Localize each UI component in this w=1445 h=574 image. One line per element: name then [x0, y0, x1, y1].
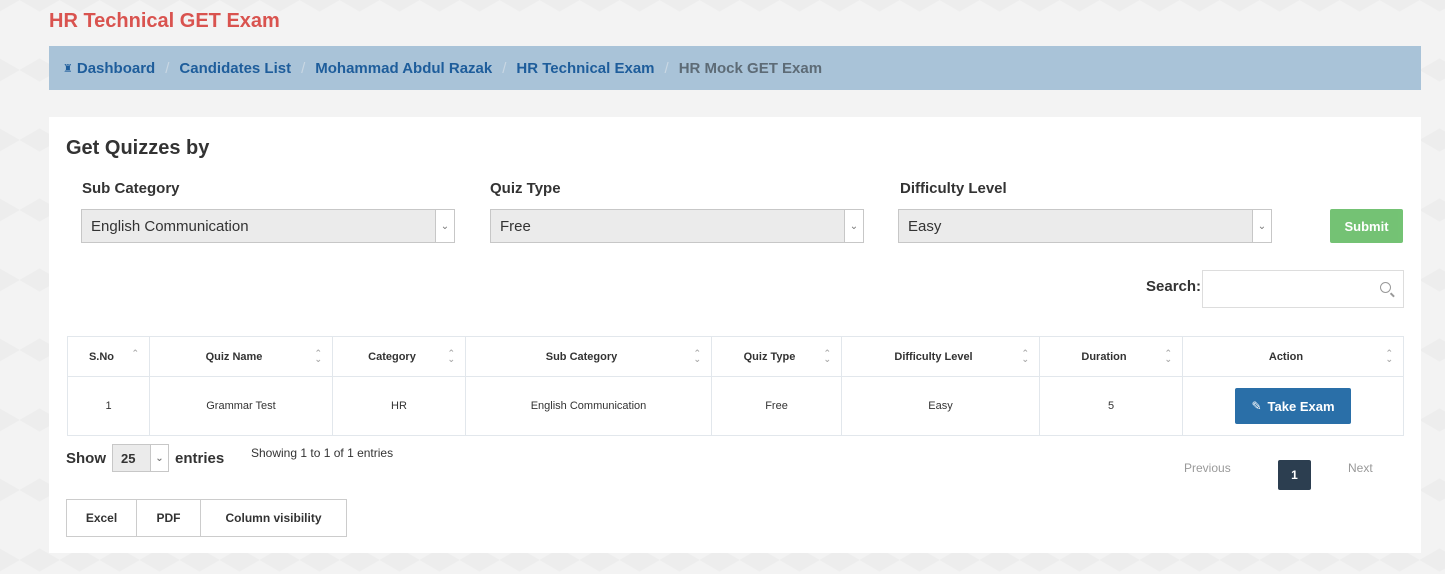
breadcrumb-separator: /: [165, 59, 170, 77]
sub-category-value: English Communication: [91, 217, 249, 235]
take-exam-button[interactable]: ✎ Take Exam: [1235, 388, 1351, 424]
take-exam-label: Take Exam: [1267, 398, 1335, 414]
search-label: Search:: [1146, 278, 1202, 295]
cell-quiz-name: Grammar Test: [149, 376, 333, 436]
table-header-row: S.No ⌃ Quiz Name ⌃ ⌄ Category ⌃ ⌄ Sub Categor…: [67, 336, 1404, 377]
sort-icon: ⌃: [131, 348, 139, 358]
sub-category-label: Sub Category: [82, 180, 180, 197]
previous-button[interactable]: Previous: [1184, 461, 1231, 475]
breadcrumb-separator: /: [301, 59, 306, 77]
quiz-table: S.No ⌃ Quiz Name ⌃ ⌄ Category ⌃ ⌄ Sub Categor…: [67, 336, 1404, 436]
search-icon: [1380, 282, 1391, 293]
pdf-button[interactable]: PDF: [136, 499, 201, 537]
table-row: 1 Grammar Test HR English Communication …: [67, 376, 1404, 436]
chevron-down-icon: ⌄: [435, 210, 454, 242]
column-visibility-button[interactable]: Column visibility: [200, 499, 347, 537]
show-entries: Show 25 ⌄ entries: [66, 444, 224, 472]
quiz-type-value: Free: [500, 217, 531, 235]
difficulty-level-label: Difficulty Level: [900, 180, 1007, 197]
breadcrumb: ♜ Dashboard / Candidates List / Mohammad…: [49, 46, 1421, 90]
cell-difficulty: Easy: [841, 376, 1040, 436]
breadcrumb-separator: /: [502, 59, 507, 77]
excel-button[interactable]: Excel: [66, 499, 137, 537]
submit-button[interactable]: Submit: [1330, 209, 1403, 243]
breadcrumb-candidate[interactable]: Mohammad Abdul Razak: [315, 60, 492, 77]
cell-category: HR: [332, 376, 466, 436]
sort-icon: ⌃ ⌄: [447, 348, 455, 364]
edit-icon: ✎: [1251, 399, 1262, 413]
column-header-sno[interactable]: S.No ⌃: [67, 336, 150, 377]
sort-icon: ⌃ ⌄: [823, 348, 831, 364]
breadcrumb-hr-technical-exam[interactable]: HR Technical Exam: [516, 60, 654, 77]
chevron-down-icon: ⌄: [150, 445, 168, 471]
sort-icon: ⌃ ⌄: [1385, 348, 1393, 364]
panel-heading: Get Quizzes by: [66, 137, 210, 159]
cell-action: ✎ Take Exam: [1182, 376, 1404, 436]
page-button-1[interactable]: 1: [1278, 460, 1311, 490]
chevron-down-icon: ⌄: [1252, 210, 1271, 242]
export-buttons: Excel PDF Column visibility: [66, 499, 347, 537]
sort-icon: ⌃ ⌄: [693, 348, 701, 364]
page-title: HR Technical GET Exam: [49, 10, 280, 32]
breadcrumb-dashboard[interactable]: Dashboard: [77, 60, 155, 77]
breadcrumb-current: HR Mock GET Exam: [678, 59, 823, 77]
column-header-sub-category[interactable]: Sub Category ⌃ ⌄: [465, 336, 712, 377]
breadcrumb-separator: /: [664, 59, 669, 77]
quiz-type-select[interactable]: Free ⌄: [490, 209, 864, 243]
search-input[interactable]: [1202, 270, 1404, 308]
column-header-category[interactable]: Category ⌃ ⌄: [332, 336, 466, 377]
cell-sub-category: English Communication: [465, 376, 712, 436]
sub-category-select[interactable]: English Communication ⌄: [81, 209, 455, 243]
cell-duration: 5: [1039, 376, 1183, 436]
column-header-quiz-type[interactable]: Quiz Type ⌃ ⌄: [711, 336, 842, 377]
entries-label: entries: [175, 449, 225, 467]
column-header-difficulty-level[interactable]: Difficulty Level ⌃ ⌄: [841, 336, 1040, 377]
sort-icon: ⌃ ⌄: [314, 348, 322, 364]
entries-select[interactable]: 25 ⌄: [112, 444, 169, 472]
show-label: Show: [66, 449, 106, 467]
sort-icon: ⌃ ⌄: [1021, 348, 1029, 364]
chevron-down-icon: ⌄: [844, 210, 863, 242]
difficulty-value: Easy: [908, 217, 942, 235]
column-header-duration[interactable]: Duration ⌃ ⌄: [1039, 336, 1183, 377]
cell-quiz-type: Free: [711, 376, 842, 436]
entries-value: 25: [121, 450, 136, 466]
difficulty-level-select[interactable]: Easy ⌄: [898, 209, 1272, 243]
breadcrumb-candidates-list[interactable]: Candidates List: [179, 60, 291, 77]
quiz-panel: Get Quizzes by Sub Category Quiz Type Di…: [49, 117, 1421, 553]
next-button[interactable]: Next: [1348, 461, 1373, 475]
showing-info: Showing 1 to 1 of 1 entries: [251, 446, 394, 460]
quiz-type-label: Quiz Type: [490, 180, 561, 197]
column-header-action[interactable]: Action ⌃ ⌄: [1182, 336, 1404, 377]
cell-sno: 1: [67, 376, 150, 436]
column-header-quiz-name[interactable]: Quiz Name ⌃ ⌄: [149, 336, 333, 377]
home-icon: ♜: [63, 62, 73, 75]
sort-icon: ⌃ ⌄: [1164, 348, 1172, 364]
